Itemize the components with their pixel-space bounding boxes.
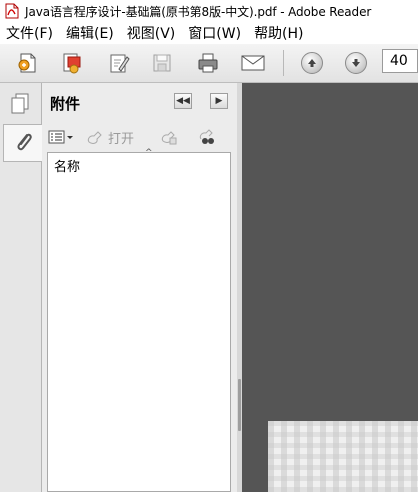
attachments-list[interactable]: ^ 名称 bbox=[47, 148, 231, 492]
menu-bar: 文件(F) 编辑(E) 视图(V) 窗口(W) 帮助(H) bbox=[0, 22, 418, 44]
paperclip-icon bbox=[17, 133, 32, 151]
next-page-icon bbox=[345, 52, 367, 74]
email-icon bbox=[241, 55, 265, 71]
search-attachment-button[interactable] bbox=[198, 128, 216, 146]
open-icon bbox=[87, 131, 102, 144]
next-page-button[interactable] bbox=[342, 50, 370, 76]
combine-button[interactable] bbox=[58, 50, 86, 76]
splitter-grip[interactable] bbox=[238, 379, 241, 431]
right-arrow-icon: ▶ bbox=[215, 96, 223, 106]
toolbar-separator bbox=[283, 50, 284, 76]
attachments-panel: 附件 ◀◀ ▶ 打开 ^ 名称 bbox=[42, 83, 237, 492]
print-icon bbox=[198, 53, 218, 73]
panel-options-button[interactable]: ▶ bbox=[210, 93, 228, 109]
save-button[interactable] bbox=[148, 50, 176, 76]
window-title: Java语言程序设计-基础篇(原书第8版-中文).pdf - Adobe Rea… bbox=[25, 4, 372, 19]
menu-edit[interactable]: 编辑(E) bbox=[60, 23, 121, 43]
save-attachment-icon bbox=[161, 131, 177, 145]
print-button[interactable] bbox=[194, 50, 222, 76]
list-options-icon bbox=[48, 130, 73, 144]
panel-title: 附件 bbox=[50, 94, 81, 113]
sort-ascending-icon: ^ bbox=[145, 148, 153, 158]
previous-page-button[interactable] bbox=[298, 50, 326, 76]
create-pdf-button[interactable] bbox=[14, 50, 42, 76]
title-bar: Java语言程序设计-基础篇(原书第8版-中文).pdf - Adobe Rea… bbox=[0, 0, 418, 22]
save-icon bbox=[153, 54, 171, 72]
menu-view[interactable]: 视图(V) bbox=[121, 23, 183, 43]
save-attachment-button[interactable] bbox=[160, 128, 178, 146]
pages-icon bbox=[11, 93, 29, 114]
combine-icon bbox=[63, 53, 81, 74]
menu-help[interactable]: 帮助(H) bbox=[248, 23, 310, 43]
previous-page-icon bbox=[301, 52, 323, 74]
open-attachment-button[interactable]: 打开 bbox=[86, 128, 135, 147]
page-number-input[interactable]: 40 bbox=[382, 49, 418, 73]
pdf-file-icon bbox=[5, 3, 19, 19]
pdf-page bbox=[268, 421, 418, 492]
name-column-header[interactable]: 名称 bbox=[54, 156, 80, 175]
sign-button[interactable] bbox=[105, 50, 133, 76]
document-area[interactable] bbox=[242, 83, 418, 492]
open-label: 打开 bbox=[108, 131, 135, 147]
menu-window[interactable]: 窗口(W) bbox=[182, 23, 248, 43]
panel-header: 附件 ◀◀ ▶ bbox=[42, 83, 237, 123]
email-button[interactable] bbox=[239, 50, 267, 76]
sign-icon bbox=[110, 54, 130, 73]
create-pdf-icon bbox=[18, 53, 36, 73]
menu-file[interactable]: 文件(F) bbox=[0, 23, 60, 43]
collapse-panel-button[interactable]: ◀◀ bbox=[174, 93, 192, 109]
attachments-panel-button[interactable] bbox=[3, 124, 43, 162]
double-left-arrow-icon: ◀◀ bbox=[176, 96, 190, 106]
main-toolbar bbox=[0, 44, 418, 83]
search-attachments-icon bbox=[199, 129, 214, 144]
panel-toolbar: 打开 bbox=[42, 124, 237, 150]
options-menu-button[interactable] bbox=[48, 128, 74, 146]
pages-panel-button[interactable] bbox=[6, 89, 34, 117]
